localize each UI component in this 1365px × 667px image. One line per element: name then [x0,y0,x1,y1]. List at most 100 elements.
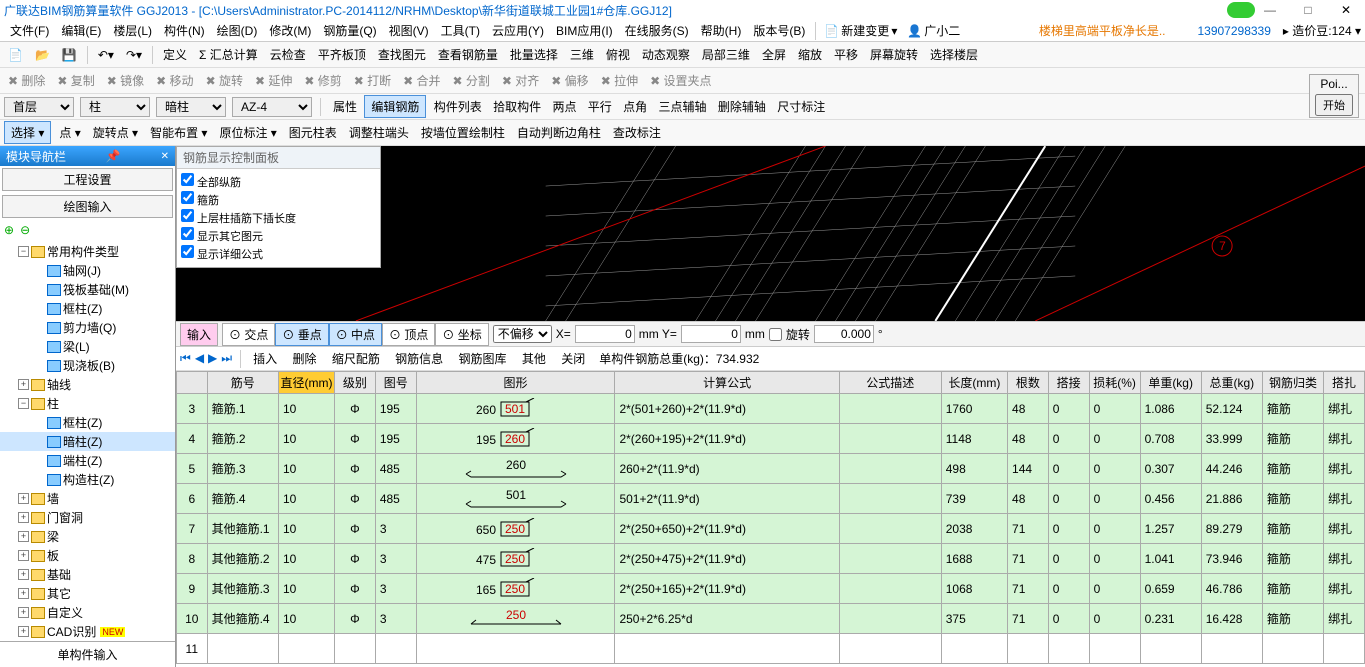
undo-icon[interactable]: ↶▾ [94,46,118,64]
display-checkbox[interactable]: 显示其它图元 [181,227,376,245]
display-checkbox[interactable]: 上层柱插筋下插长度 [181,209,376,227]
rebar-button[interactable]: 插入 [249,348,281,369]
menu-item[interactable]: 绘图(D) [211,22,264,40]
property-button[interactable]: 编辑钢筋 [364,95,426,118]
table-header[interactable]: 单重(kg) [1140,372,1201,394]
table-header[interactable]: 损耗(%) [1089,372,1140,394]
tree-node[interactable]: 筏板基础(M) [0,280,175,299]
component-tree[interactable]: −常用构件类型轴网(J)筏板基础(M)框柱(Z)剪力墙(Q)梁(L)现浇板(B)… [0,240,175,641]
minimize-button[interactable]: — [1255,3,1285,17]
draw-button[interactable]: 点 ▾ [55,122,84,143]
edit-button[interactable]: ✖ 打断 [350,70,395,91]
toolbar-button[interactable]: 动态观察 [638,44,694,65]
menu-item[interactable]: 工具(T) [435,22,486,40]
draw-button[interactable]: 选择 ▾ [4,121,51,144]
display-checkbox[interactable]: 显示详细公式 [181,245,376,263]
toolbar-button[interactable]: 查找图元 [374,44,430,65]
draw-button[interactable]: 按墙位置绘制柱 [417,122,509,143]
type-select[interactable]: 柱 [80,97,150,117]
table-row[interactable]: 11 [177,634,1365,664]
property-button[interactable]: 构件列表 [430,96,486,117]
table-row[interactable]: 4箍筋.210Φ195 195260 2*(260+195)+2*(11.9*d… [177,424,1365,454]
tree-node[interactable]: +轴线 [0,375,175,394]
tree-node[interactable]: 框柱(Z) [0,299,175,318]
tree-node[interactable]: −柱 [0,394,175,413]
menu-item[interactable]: 文件(F) [4,22,55,40]
property-button[interactable]: 尺寸标注 [773,96,829,117]
draw-button[interactable]: 原位标注 ▾ [215,122,280,143]
table-header[interactable]: 图形 [416,372,615,394]
draw-button[interactable]: 图元柱表 [285,122,341,143]
redo-icon[interactable]: ↷▾ [122,46,146,64]
property-button[interactable]: 点角 [619,96,651,117]
edit-button[interactable]: ✖ 延伸 [251,70,296,91]
toolbar-button[interactable]: 全屏 [758,44,790,65]
rebar-button[interactable]: 关闭 [557,348,589,369]
open-icon[interactable]: 📂 [31,46,54,64]
snap-button[interactable]: ⊙ 中点 [329,323,382,346]
property-button[interactable]: 拾取构件 [489,96,545,117]
table-row[interactable]: 7其他箍筋.110Φ3 650250 2*(250+650)+2*(11.9*d… [177,514,1365,544]
table-row[interactable]: 8其他箍筋.210Φ3 475250 2*(250+475)+2*(11.9*d… [177,544,1365,574]
close-button[interactable]: ✕ [1331,3,1361,17]
prev-icon[interactable]: ◀ [195,351,204,366]
tree-node[interactable]: 框柱(Z) [0,413,175,432]
table-row[interactable]: 5箍筋.310Φ485 260 260+2*(11.9*d)498144 000… [177,454,1365,484]
tree-node[interactable]: 现浇板(B) [0,356,175,375]
tree-node[interactable]: +门窗洞 [0,508,175,527]
edit-button[interactable]: ✖ 设置夹点 [646,70,715,91]
menu-item[interactable]: 版本号(B) [747,22,811,40]
nav-section-settings[interactable]: 工程设置 [2,168,173,191]
nav-section-draw[interactable]: 绘图输入 [2,195,173,218]
snap-button[interactable]: ⊙ 交点 [222,323,275,346]
phone-link[interactable]: 13907298339 [1197,24,1270,38]
offset-select[interactable]: 不偏移 [493,325,552,343]
bottom-tab[interactable]: 单构件输入 [0,641,175,667]
snap-button[interactable]: ⊙ 顶点 [382,323,435,346]
menu-item[interactable]: 构件(N) [158,22,211,40]
tree-node[interactable]: 梁(L) [0,337,175,356]
tree-node[interactable]: +其它 [0,584,175,603]
rebar-table[interactable]: 筋号直径(mm)级别图号图形计算公式公式描述长度(mm)根数搭接损耗(%)单重(… [176,371,1365,667]
property-button[interactable]: 两点 [548,96,580,117]
toolbar-button[interactable]: 三维 [566,44,598,65]
display-checkbox[interactable]: 箍筋 [181,191,376,209]
table-header[interactable]: 图号 [375,372,416,394]
table-header[interactable]: 钢筋归类 [1262,372,1323,394]
edit-button[interactable]: ✖ 复制 [53,70,98,91]
toolbar-button[interactable]: 屏幕旋转 [866,44,922,65]
nav-close-icon[interactable]: ✕ [161,151,169,162]
draw-button[interactable]: 智能布置 ▾ [146,122,211,143]
tree-node[interactable]: +墙 [0,489,175,508]
y-input[interactable] [681,325,741,343]
draw-button[interactable]: 自动判断边角柱 [513,122,605,143]
edit-button[interactable]: ✖ 旋转 [202,70,247,91]
pin-icon[interactable]: 📌 [106,149,121,163]
floor-select[interactable]: 首层 [4,97,74,117]
table-header[interactable]: 公式描述 [839,372,941,394]
tree-node[interactable]: 暗柱(Z) [0,432,175,451]
menu-item[interactable]: 修改(M) [263,22,317,40]
toolbar-button[interactable]: 批量选择 [506,44,562,65]
toolbar-button[interactable]: 选择楼层 [926,44,982,65]
table-header[interactable] [177,372,208,394]
last-icon[interactable]: ⏭ [221,351,232,366]
x-input[interactable] [575,325,635,343]
code-select[interactable]: AZ-4 [232,97,312,117]
edit-button[interactable]: ✖ 对齐 [498,70,543,91]
tree-node[interactable]: 端柱(Z) [0,451,175,470]
table-row[interactable]: 10其他箍筋.410Φ3 250 250+2*6.25*d37571 000.2… [177,604,1365,634]
menu-item[interactable]: BIM应用(I) [550,22,619,40]
tree-node[interactable]: 轴网(J) [0,261,175,280]
property-button[interactable]: 删除辅轴 [714,96,770,117]
table-row[interactable]: 3箍筋.110Φ195 260501 2*(501+260)+2*(11.9*d… [177,394,1365,424]
snap-button[interactable]: ⊙ 坐标 [435,323,488,346]
tree-node[interactable]: +梁 [0,527,175,546]
table-row[interactable]: 6箍筋.410Φ485 501 501+2*(11.9*d)73948 000.… [177,484,1365,514]
tree-node[interactable]: −常用构件类型 [0,242,175,261]
menu-item[interactable]: 编辑(E) [55,22,107,40]
rebar-button[interactable]: 钢筋信息 [391,348,447,369]
new-change-button[interactable]: 📄 新建变更 ▾ [820,20,901,41]
edit-button[interactable]: ✖ 修剪 [300,70,345,91]
draw-button[interactable]: 调整柱端头 [345,122,413,143]
